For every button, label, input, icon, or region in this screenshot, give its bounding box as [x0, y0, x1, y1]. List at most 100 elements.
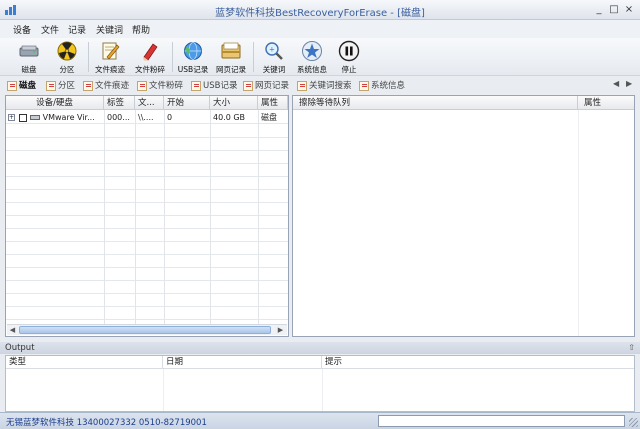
tab-keyword-search[interactable]: 关键词搜索 — [296, 79, 352, 93]
tab-doc-icon — [83, 81, 93, 91]
output-grid-header: 类型 日期 提示 — [6, 356, 634, 369]
col-erase-queue[interactable]: 擦除等待队列 — [293, 96, 578, 110]
output-title-text: Output — [5, 343, 35, 353]
resize-grip-icon[interactable] — [629, 418, 638, 427]
device-grid: 设备/硬盘 标签 文... 开始 大小 属性 + VMware Vir... 0… — [5, 95, 289, 337]
empty-row-line — [6, 203, 288, 216]
empty-row-line — [6, 216, 288, 229]
menu-record[interactable]: 记录 — [68, 23, 86, 36]
col-divider — [258, 110, 259, 324]
tab-file-shred[interactable]: 文件粉碎 — [136, 79, 183, 93]
col-hint[interactable]: 提示 — [322, 356, 634, 369]
col-file[interactable]: 文... — [135, 96, 164, 110]
toolbar-disk-button[interactable]: 磁盘 — [16, 39, 42, 75]
tab-doc-icon — [7, 81, 17, 91]
toolbar-keyword-button[interactable]: + 关键词 — [261, 39, 287, 75]
expand-icon[interactable]: + — [8, 114, 15, 121]
row-checkbox[interactable] — [18, 113, 27, 122]
maximize-button[interactable]: □ — [607, 3, 621, 16]
empty-row-line — [6, 307, 288, 320]
tab-disk[interactable]: 磁盘 — [6, 79, 36, 93]
toolbar-usb-record-button[interactable]: USB记录 — [178, 39, 208, 75]
output-title: Output ⇧ — [0, 342, 640, 354]
title-bar[interactable]: 蓝梦软件科技BestRecoveryForErase - [磁盘] _ □ × — [0, 0, 640, 20]
col-type[interactable]: 类型 — [6, 356, 163, 369]
col-size[interactable]: 大小 — [210, 96, 258, 110]
tab-label: 文件痕迹 — [95, 81, 130, 91]
tab-file-trace[interactable]: 文件痕迹 — [82, 79, 129, 93]
toolbar-file-shred-label: 文件粉碎 — [135, 65, 165, 74]
tab-doc-icon — [297, 81, 307, 91]
toolbar-web-record-button[interactable]: 网页记录 — [216, 39, 246, 75]
col-divider — [104, 110, 105, 324]
file-cell: \\.... — [138, 113, 154, 122]
col-start[interactable]: 开始 — [164, 96, 210, 110]
tab-doc-icon — [243, 81, 253, 91]
empty-row-line — [6, 242, 288, 255]
tab-label: 系统信息 — [371, 81, 406, 91]
progress-bar — [378, 415, 625, 427]
toolbar-disk-label: 磁盘 — [21, 65, 37, 74]
label-cell: 000... — [107, 113, 130, 122]
empty-row-line — [6, 281, 288, 294]
tab-web-record[interactable]: 网页记录 — [242, 79, 289, 93]
tab-prev-arrow-icon[interactable]: ◀ — [613, 79, 619, 88]
company-contact: 无锡蓝梦软件科技 13400027332 0510-82719001 — [6, 418, 207, 428]
device-grid-header: 设备/硬盘 标签 文... 开始 大小 属性 — [6, 96, 288, 110]
col-attr[interactable]: 属性 — [258, 96, 288, 110]
toolbar-stop-button[interactable]: 停止 — [336, 39, 362, 75]
menu-device[interactable]: 设备 — [13, 23, 31, 36]
empty-row-line — [6, 190, 288, 203]
menu-bar: 设备 文件 记录 关键词 帮助 — [0, 20, 640, 38]
pin-icon[interactable]: ⇧ — [628, 342, 635, 354]
toolbar-stop-label: 停止 — [341, 65, 357, 74]
toolbar-system-info-button[interactable]: 系统信息 — [297, 39, 327, 75]
tab-next-arrow-icon[interactable]: ▶ — [626, 79, 632, 88]
toolbar-file-shred-button[interactable]: 文件粉碎 — [135, 39, 165, 75]
tab-doc-icon — [359, 81, 369, 91]
device-cell: + VMware Vir... — [8, 111, 104, 124]
attr-cell: 磁盘 — [261, 113, 277, 122]
tab-label: 网页记录 — [255, 81, 290, 91]
col-date[interactable]: 日期 — [163, 356, 322, 369]
col-divider — [322, 369, 323, 411]
partition-radiation-icon — [57, 41, 77, 61]
tab-usb-record[interactable]: USB记录 — [190, 79, 237, 93]
scroll-thumb[interactable] — [19, 326, 271, 334]
menu-file[interactable]: 文件 — [41, 23, 59, 36]
tab-label: 分区 — [58, 81, 76, 91]
status-bar: 无锡蓝梦软件科技 13400027332 0510-82719001 — [0, 412, 640, 429]
menu-keyword[interactable]: 关键词 — [96, 23, 123, 36]
toolbar-file-trace-label: 文件痕迹 — [95, 65, 125, 74]
horizontal-scrollbar[interactable]: ◀ ▶ — [7, 324, 287, 335]
toolbar-usb-record-label: USB记录 — [177, 65, 209, 74]
star-badge-icon — [302, 41, 322, 61]
tab-partition[interactable]: 分区 — [45, 79, 75, 93]
toolbar-partition-button[interactable]: 分区 — [54, 39, 80, 75]
toolbar-file-trace-button[interactable]: 文件痕迹 — [95, 39, 125, 75]
start-cell: 0 — [167, 113, 173, 122]
menu-help[interactable]: 帮助 — [132, 23, 150, 36]
scroll-left-icon[interactable]: ◀ — [7, 325, 18, 335]
toolbar: 磁盘 分区 文件痕迹 文件粉碎 USB记录 网页记录 + 关键词 系统信息 停止 — [0, 38, 640, 76]
tab-label: USB记录 — [203, 81, 238, 91]
magnifier-icon: + — [265, 42, 283, 60]
tab-label: 关键词搜索 — [309, 81, 352, 91]
close-button[interactable]: × — [622, 3, 636, 16]
col-divider — [164, 110, 165, 324]
erase-queue-list: 擦除等待队列 属性 — [292, 95, 635, 337]
col-divider — [135, 110, 136, 324]
toolbar-separator — [88, 42, 89, 72]
tab-system-info[interactable]: 系统信息 — [358, 79, 405, 93]
toolbar-separator — [253, 42, 254, 72]
col-label[interactable]: 标签 — [104, 96, 135, 110]
scroll-right-icon[interactable]: ▶ — [275, 325, 286, 335]
device-name: VMware Vir... — [42, 113, 95, 122]
minimize-button[interactable]: _ — [592, 3, 606, 16]
empty-row-line — [6, 268, 288, 281]
col-device[interactable]: 设备/硬盘 — [6, 96, 104, 110]
tab-doc-icon — [46, 81, 56, 91]
empty-row-line — [6, 151, 288, 164]
col-erase-attr[interactable]: 属性 — [578, 96, 634, 110]
table-row[interactable]: + VMware Vir... 000... \\.... 0 40.0 GB … — [6, 111, 288, 124]
